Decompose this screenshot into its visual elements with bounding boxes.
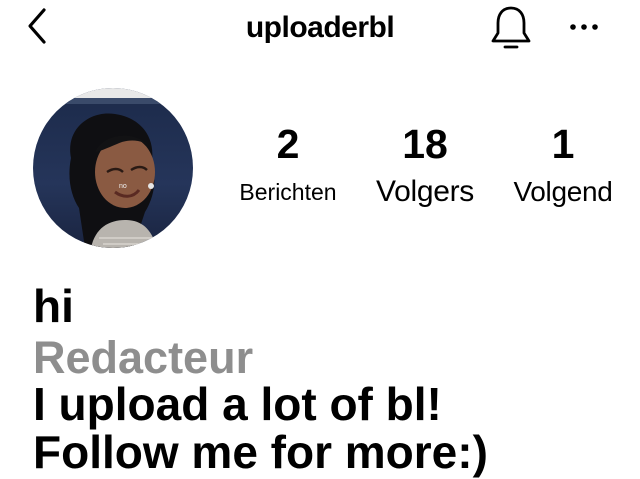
top-bar: uploaderbl — [0, 0, 640, 60]
profile-avatar[interactable]: no — [33, 88, 193, 248]
chevron-left-icon — [28, 8, 46, 44]
more-options-button[interactable] — [564, 12, 604, 42]
profile-username-title: uploaderbl — [245, 11, 395, 44]
profile-category: Redacteur — [33, 332, 254, 383]
notifications-button[interactable] — [489, 4, 533, 52]
following-count-value: 1 — [551, 121, 575, 167]
bell-icon — [491, 6, 531, 49]
bio-line: Follow me for more:) — [33, 426, 488, 478]
posts-count-value: 2 — [276, 121, 300, 167]
profile-display-name: hi — [33, 280, 74, 332]
back-button[interactable] — [22, 6, 56, 46]
more-horizontal-icon — [570, 24, 598, 30]
posts-count-label: Berichten — [239, 179, 337, 205]
followers-count-value: 18 — [402, 121, 448, 167]
bio-line: I upload a lot of bl! — [33, 378, 442, 430]
following-count-label: Volgend — [513, 176, 613, 207]
avatar-image: no — [33, 88, 193, 248]
avatar-caption: no — [119, 183, 127, 190]
followers-count-label: Volgers — [376, 175, 474, 208]
following-count[interactable]: 1 Volgend — [500, 118, 626, 214]
followers-count[interactable]: 18 Volgers — [360, 118, 490, 214]
posts-count[interactable]: 2 Berichten — [225, 118, 351, 214]
profile-bio: I upload a lot of bl! Follow me for more… — [33, 380, 633, 476]
